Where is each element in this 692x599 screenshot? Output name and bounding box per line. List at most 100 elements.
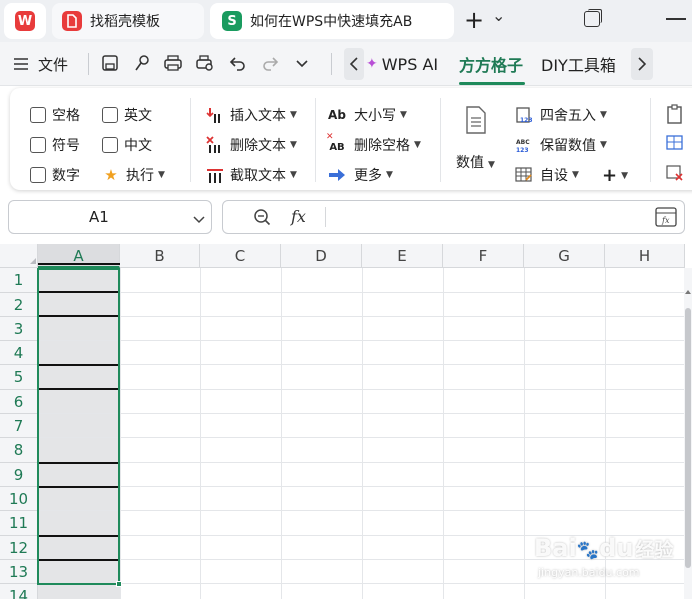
row-header-11[interactable]: 11 xyxy=(0,511,38,536)
column-header-b[interactable]: B xyxy=(120,244,200,268)
gridline xyxy=(38,292,684,293)
delete-text-icon xyxy=(206,136,224,154)
gridline xyxy=(524,268,525,599)
row-header-13[interactable]: 13 xyxy=(0,560,38,584)
tab-diy-toolbox[interactable]: DIY工具箱 xyxy=(541,42,616,86)
print-preview-icon[interactable] xyxy=(195,54,215,74)
checkbox-chinese[interactable]: 中文 xyxy=(102,135,152,155)
chevron-down-icon[interactable] xyxy=(193,212,205,228)
column-header-d[interactable]: D xyxy=(281,244,362,268)
execute-button[interactable]: ★ 执行 ▼ xyxy=(102,165,165,185)
home-tab[interactable]: W xyxy=(4,3,46,39)
tab-templates[interactable]: 找稻壳模板 xyxy=(52,3,204,39)
row-header-6[interactable]: 6 xyxy=(0,390,38,414)
chevron-down-icon: ▼ xyxy=(290,110,297,120)
checkbox-box[interactable] xyxy=(30,137,46,153)
insert-text-icon xyxy=(206,106,224,124)
chevron-down-icon: ▼ xyxy=(488,160,495,170)
restore-window-icon-back xyxy=(588,9,602,23)
minimize-icon[interactable] xyxy=(666,18,686,20)
keep-value-button[interactable]: ABC 123 保留数值 ▼ xyxy=(514,135,607,155)
zoom-search-icon[interactable] xyxy=(253,208,271,230)
chevron-down-icon: ▼ xyxy=(572,170,579,180)
checkbox-english[interactable]: 英文 xyxy=(102,105,152,125)
value-button[interactable]: 数值 ▼ xyxy=(450,102,502,178)
row-header-14[interactable]: 14 xyxy=(0,584,38,599)
cell-reference: A1 xyxy=(89,208,109,226)
more-tools-chevron-icon[interactable] xyxy=(292,54,312,74)
checkbox-box[interactable] xyxy=(102,107,118,123)
name-box[interactable]: A1 xyxy=(8,200,212,234)
row-header-9[interactable]: 9 xyxy=(0,463,38,487)
scroll-tabs-right-button[interactable] xyxy=(631,48,653,80)
row-header-7[interactable]: 7 xyxy=(0,414,38,438)
delete-cells-icon[interactable] xyxy=(666,164,684,186)
column-header-c[interactable]: C xyxy=(200,244,281,268)
format-painter-icon[interactable] xyxy=(132,54,152,74)
checkbox-space[interactable]: 空格 xyxy=(30,105,80,125)
tab-wps-ai-label: WPS AI xyxy=(381,54,439,74)
column-header-h[interactable]: H xyxy=(605,244,685,268)
tab-fangfang[interactable]: 方方格子 xyxy=(459,42,523,86)
scrollbar-thumb[interactable] xyxy=(685,308,691,568)
more-button[interactable]: 更多 ▼ xyxy=(326,165,393,185)
case-icon-text: Ab xyxy=(328,108,346,122)
column-header-e[interactable]: E xyxy=(362,244,443,268)
row-header-5[interactable]: 5 xyxy=(0,365,38,390)
delete-space-icon-text: AB xyxy=(329,141,345,153)
active-tab-indicator xyxy=(459,82,525,85)
delete-text-button[interactable]: 删除文本 ▼ xyxy=(206,135,297,155)
vertical-scrollbar[interactable] xyxy=(684,268,692,599)
tab-document-label: 如何在WPS中快速填充AB xyxy=(250,14,413,30)
checkbox-symbol[interactable]: 符号 xyxy=(30,135,80,155)
gridline xyxy=(38,316,684,317)
redo-icon[interactable] xyxy=(260,54,280,74)
watermark-paw-icon: 🐾 xyxy=(576,540,600,561)
insert-text-button[interactable]: 插入文本 ▼ xyxy=(206,105,297,125)
column-header-f[interactable]: F xyxy=(443,244,524,268)
case-button[interactable]: Ab 大小写 ▼ xyxy=(326,105,407,125)
tab-list-chevron-icon[interactable]: ⌄ xyxy=(492,6,505,25)
row-header-4[interactable]: 4 xyxy=(0,341,38,365)
checkbox-box[interactable] xyxy=(30,107,46,123)
chevron-down-icon: ▼ xyxy=(621,170,629,181)
select-all-corner[interactable] xyxy=(0,244,38,268)
tab-wps-ai[interactable]: ✦ WPS AI xyxy=(366,42,438,86)
spreadsheet-grid[interactable]: A B C D E F G H 1 2 3 4 5 6 7 8 9 10 11 … xyxy=(0,244,692,599)
checkbox-box[interactable] xyxy=(30,167,46,183)
column-header-g[interactable]: G xyxy=(524,244,605,268)
fill-handle[interactable] xyxy=(116,581,122,587)
gridline xyxy=(200,268,201,599)
extract-text-button[interactable]: 截取文本 ▼ xyxy=(206,165,297,185)
custom-button[interactable]: 自设 ▼ xyxy=(514,165,579,185)
row-header-1[interactable]: 1 xyxy=(0,268,38,293)
insert-cells-icon[interactable] xyxy=(666,134,684,156)
svg-text:123: 123 xyxy=(520,117,533,124)
round-button[interactable]: 123 四舍五入 ▼ xyxy=(514,105,607,125)
add-button[interactable]: + ▼ xyxy=(602,165,628,186)
row-header-8[interactable]: 8 xyxy=(0,438,38,463)
formula-bar[interactable]: fx fx xyxy=(222,200,685,234)
tab-templates-label: 找稻壳模板 xyxy=(90,14,160,30)
expand-formula-icon[interactable]: fx xyxy=(655,207,677,231)
row-header-3[interactable]: 3 xyxy=(0,317,38,341)
row-header-2[interactable]: 2 xyxy=(0,293,38,317)
delete-space-button[interactable]: ✕ AB 删除空格 ▼ xyxy=(326,132,421,155)
file-menu[interactable]: 文件 xyxy=(38,42,68,86)
save-icon[interactable] xyxy=(100,54,120,74)
clipboard-icon[interactable] xyxy=(666,104,684,128)
checkbox-number[interactable]: 数字 xyxy=(30,165,80,185)
scroll-tabs-left-button[interactable] xyxy=(344,48,364,80)
tab-document[interactable]: S 如何在WPS中快速填充AB xyxy=(210,3,454,39)
row-header-12[interactable]: 12 xyxy=(0,536,38,560)
checkbox-english-label: 英文 xyxy=(124,108,152,124)
hamburger-icon[interactable] xyxy=(14,42,28,86)
fx-icon[interactable]: fx xyxy=(291,207,306,226)
undo-icon[interactable] xyxy=(228,54,248,74)
document-value-icon xyxy=(464,106,488,138)
new-tab-button[interactable]: + xyxy=(464,8,484,32)
row-header-10[interactable]: 10 xyxy=(0,487,38,511)
more-label: 更多 xyxy=(354,168,382,184)
print-icon[interactable] xyxy=(163,54,183,74)
checkbox-box[interactable] xyxy=(102,137,118,153)
